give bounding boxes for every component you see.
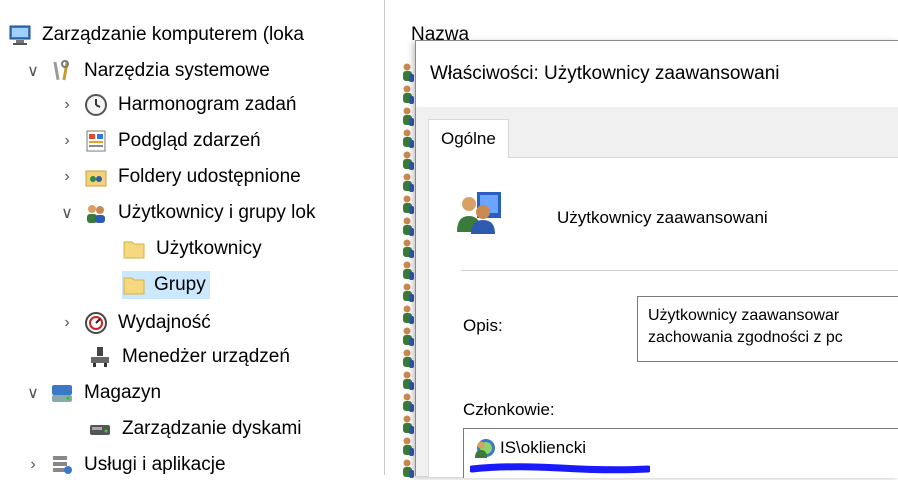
tree-item-label: Menedżer urządzeń	[122, 346, 290, 367]
group-list-item-icon[interactable]	[401, 414, 415, 436]
tree-item-label: Grupy	[154, 274, 206, 295]
description-label: Opis:	[463, 316, 503, 335]
folder-icon	[123, 241, 145, 259]
users-groups-icon	[87, 205, 105, 223]
tree-item-local-users-groups[interactable]: ∨ Użytkownicy i grupy lok	[56, 194, 319, 232]
tab-general[interactable]: Ogólne	[428, 119, 509, 158]
tools-icon	[53, 60, 69, 81]
device-manager-icon	[91, 347, 109, 367]
tree-item-disk-management[interactable]: Zarządzanie dyskami	[88, 410, 306, 448]
group-list-item-icon[interactable]	[401, 172, 415, 194]
group-list-item-icon[interactable]	[401, 194, 415, 216]
properties-dialog: Właściwości: Użytkownicy zaawansowani Og…	[415, 40, 898, 478]
group-list-item-icon[interactable]	[401, 348, 415, 370]
tree-item-task-scheduler[interactable]: › Harmonogram zadań	[56, 86, 300, 124]
tree-item-groups[interactable]: Grupy	[122, 266, 210, 304]
tree-item-storage[interactable]: ∨ Magazyn	[22, 374, 165, 412]
group-list-item-icon[interactable]	[401, 150, 415, 172]
tree-item-event-viewer[interactable]: › Podgląd zdarzeń	[56, 122, 265, 160]
members-label: Członkowie:	[463, 400, 555, 419]
separator	[461, 270, 898, 271]
event-viewer-icon	[86, 130, 106, 152]
group-list-item-icon[interactable]	[401, 216, 415, 238]
tree-item-label: Użytkownicy i grupy lok	[118, 202, 316, 223]
disk-management-icon	[90, 425, 110, 435]
member-item[interactable]: IS\okliencki	[474, 437, 586, 459]
group-list-item-icon[interactable]	[401, 392, 415, 414]
group-list-item-icon[interactable]	[401, 282, 415, 304]
tree-item-label: Harmonogram zadań	[118, 94, 297, 115]
chevron-right-icon[interactable]: ›	[22, 454, 44, 475]
members-list[interactable]: IS\okliencki	[463, 428, 898, 478]
computer-management-icon	[9, 25, 31, 45]
tab-panel-general: Użytkownicy zaawansowani Opis: Użytkowni…	[428, 157, 898, 478]
tree-item-users[interactable]: Użytkownicy	[122, 230, 266, 268]
performance-icon	[85, 312, 107, 334]
chevron-right-icon[interactable]: ›	[56, 130, 78, 152]
tree-item-computer-management[interactable]: Zarządzanie komputerem (loka	[8, 16, 308, 54]
tree-item-shared-folders[interactable]: › Foldery udostępnione	[56, 158, 305, 196]
storage-icon	[52, 385, 72, 402]
tree-item-services-applications[interactable]: › Usługi i aplikacje	[22, 446, 230, 475]
tree-item-performance[interactable]: › Wydajność	[56, 304, 215, 342]
tree-item-label: Wydajność	[118, 312, 211, 333]
chevron-down-icon[interactable]: ∨	[22, 60, 44, 82]
chevron-right-icon[interactable]: ›	[56, 312, 78, 334]
tree-item-label: Użytkownicy	[156, 238, 262, 259]
group-list-item-icon[interactable]	[401, 260, 415, 282]
redaction-scribble	[470, 463, 650, 474]
group-list-item-icon[interactable]	[401, 106, 415, 128]
folder-icon	[123, 277, 145, 295]
clock-icon	[85, 94, 107, 116]
tree-item-system-tools[interactable]: ∨ Narzędzia systemowe	[22, 52, 274, 90]
group-list-item-icon[interactable]	[401, 238, 415, 260]
group-list-item-icon[interactable]	[401, 458, 415, 480]
group-list-item-icon[interactable]	[401, 84, 415, 106]
tree-item-label: Foldery udostępnione	[118, 166, 301, 187]
group-list-item-icon[interactable]	[401, 326, 415, 348]
chevron-down-icon[interactable]: ∨	[22, 382, 44, 404]
description-field[interactable]: Użytkownicy zaawansowar zachowania zgodn…	[637, 296, 898, 362]
member-name: IS\okliencki	[500, 438, 586, 457]
console-tree: Zarządzanie komputerem (loka ∨ Narzędzia…	[0, 0, 384, 475]
tree-item-label: Zarządzanie komputerem (loka	[42, 24, 304, 45]
group-list-item-icon[interactable]	[401, 128, 415, 150]
tree-item-label: Magazyn	[84, 382, 162, 403]
chevron-right-icon[interactable]: ›	[56, 166, 78, 188]
chevron-right-icon[interactable]: ›	[56, 94, 78, 116]
group-name: Użytkownicy zaawansowani	[557, 208, 768, 227]
description-line: zachowania zgodności z pc	[648, 329, 843, 346]
tree-item-label: Podgląd zdarzeń	[118, 130, 261, 151]
group-list-item-icon[interactable]	[401, 370, 415, 392]
description-line: Użytkownicy zaawansowar	[648, 307, 840, 324]
domain-user-icon	[475, 439, 495, 458]
shared-folder-icon	[85, 170, 107, 187]
tree-item-label: Zarządzanie dyskami	[122, 418, 302, 439]
group-icon	[457, 192, 501, 234]
group-list-item-icon[interactable]	[401, 62, 415, 84]
group-list-item-icon[interactable]	[401, 304, 415, 326]
tree-item-label: Narzędzia systemowe	[84, 60, 270, 81]
group-list-item-icon[interactable]	[401, 436, 415, 458]
tree-item-label: Usługi i aplikacje	[84, 454, 226, 475]
dialog-title: Właściwości: Użytkownicy zaawansowani	[430, 63, 780, 84]
dialog-titlebar[interactable]: Właściwości: Użytkownicy zaawansowani	[416, 41, 898, 107]
chevron-down-icon[interactable]: ∨	[56, 202, 78, 224]
tree-item-device-manager[interactable]: Menedżer urządzeń	[88, 338, 294, 376]
services-icon	[53, 456, 72, 474]
